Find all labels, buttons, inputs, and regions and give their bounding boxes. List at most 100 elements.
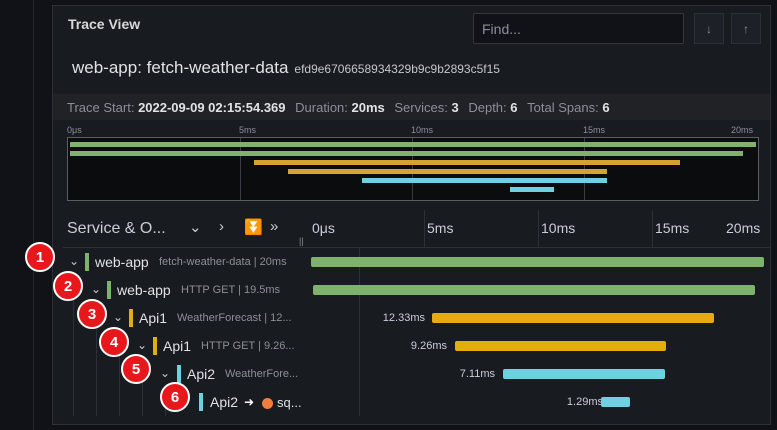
tree-guide [96, 360, 97, 388]
trace-start-label: Trace Start: [67, 100, 135, 115]
minimap-span-bar [510, 187, 554, 192]
trace-summary: Trace Start: 2022-09-09 02:15:54.369 Dur… [53, 94, 770, 120]
annotation-badge: 6 [160, 382, 190, 412]
timeline-tick: 10ms [541, 220, 576, 236]
tree-guide [73, 332, 74, 360]
arrow-up-icon[interactable]: ↑ [731, 13, 761, 44]
service-color-strip [153, 337, 157, 355]
span-service-name: web-app [117, 282, 171, 298]
tree-guide [142, 388, 143, 416]
expand-one-icon[interactable]: › [219, 218, 224, 235]
minimap-span-bar [254, 160, 680, 165]
span-bar[interactable] [311, 257, 764, 267]
minimap-ticks: 0μs 5ms 10ms 15ms 20ms [67, 124, 759, 137]
duration-label: Duration: [295, 100, 348, 115]
annotation-badge: 2 [53, 271, 83, 301]
span-row[interactable]: ⌄ Api1 HTTP GET | 9.26... 9.26ms [63, 332, 770, 360]
left-rail [0, 0, 34, 430]
arrow-down-icon[interactable]: ↓ [694, 13, 724, 44]
service-color-strip [199, 393, 203, 411]
span-row[interactable]: ⌄ web-app HTTP GET | 19.5ms [63, 276, 770, 304]
timeline-tick: 5ms [427, 220, 454, 236]
panel-title: Trace View [68, 16, 141, 32]
arrow-right-icon: ➜ [244, 395, 255, 409]
trace-id: efd9e6706658934329b9c9b2893c5f15 [294, 62, 500, 76]
timeline-header: Service & O... ⌄ › ⏬ » || 0μs 5ms 10ms 1… [63, 210, 770, 248]
column-resize-handle[interactable]: || [299, 236, 304, 246]
minimap-tick: 5ms [239, 125, 257, 135]
depth-value: 6 [510, 100, 518, 115]
span-service-name: Api1 [163, 338, 192, 354]
span-service-name: Api1 [139, 310, 168, 326]
span-operation-name: HTTP GET | 9.26... [201, 340, 295, 352]
collapse-all-icon[interactable]: ⏬ [244, 218, 263, 236]
trace-view-panel: Trace View Find... ↓ ↑ web-app: fetch-we… [52, 5, 771, 425]
span-bar[interactable] [455, 341, 666, 351]
tree-guide [73, 388, 74, 416]
trace-start-value: 2022-09-09 02:15:54.369 [138, 100, 286, 115]
span-duration-label: 12.33ms [382, 312, 425, 324]
service-operation-header: Service & O... [67, 220, 166, 237]
span-bar[interactable] [313, 285, 755, 295]
minimap-span-bar [70, 151, 743, 156]
tree-guide [119, 360, 120, 388]
minimap-span-bar [288, 169, 607, 174]
timeline-gridline [538, 210, 539, 248]
database-icon [262, 398, 273, 409]
timeline-tick: 0μs [312, 220, 335, 236]
span-operation-name: WeatherForecast | 12... [177, 312, 292, 324]
depth-label: Depth: [468, 100, 507, 115]
annotation-badge: 5 [121, 354, 151, 384]
timeline-tick: 15ms [655, 220, 690, 236]
minimap-tick: 20ms [731, 125, 754, 135]
minimap-span-bar [362, 178, 607, 183]
minimap-tick: 10ms [411, 125, 434, 135]
span-service-name: web-app [95, 254, 149, 270]
minimap-canvas[interactable] [67, 137, 759, 201]
expand-all-icon[interactable]: » [270, 218, 278, 235]
chevron-down-icon[interactable]: ⌄ [69, 254, 79, 268]
minimap-tick: 15ms [583, 125, 606, 135]
span-duration-label: 7.11ms [459, 368, 495, 380]
tree-guide [96, 332, 97, 360]
collapse-one-icon[interactable]: ⌄ [189, 218, 202, 236]
minimap-span-bar [70, 142, 756, 147]
tree-guide [119, 388, 120, 416]
service-color-strip [129, 309, 133, 327]
span-service-name: Api2 [187, 366, 216, 382]
chevron-down-icon[interactable]: ⌄ [160, 366, 170, 380]
chevron-down-icon[interactable]: ⌄ [113, 310, 123, 324]
tree-guide [73, 360, 74, 388]
annotation-badge: 3 [77, 299, 107, 329]
service-color-strip [177, 365, 181, 383]
span-row[interactable]: ⌄ web-app fetch-weather-data | 20ms [63, 248, 770, 276]
services-label: Services: [394, 100, 448, 115]
minimap-tick: 0μs [67, 125, 82, 135]
span-duration-label: 9.26ms [410, 340, 447, 352]
span-bar[interactable] [432, 313, 714, 323]
total-spans-value: 6 [602, 100, 610, 115]
span-operation-name: sq... [277, 395, 302, 410]
service-color-strip [107, 281, 111, 299]
span-bar[interactable] [601, 397, 630, 407]
minimap-gridline [240, 138, 241, 200]
timeline-tick: 20ms [726, 220, 761, 236]
total-spans-label: Total Spans: [527, 100, 599, 115]
find-input[interactable]: Find... [473, 13, 684, 44]
chevron-down-icon[interactable]: ⌄ [137, 338, 147, 352]
span-duration-label: 1.29ms [566, 396, 603, 408]
chevron-down-icon[interactable]: ⌄ [91, 282, 101, 296]
trace-minimap[interactable]: 0μs 5ms 10ms 15ms 20ms [67, 124, 759, 210]
span-row[interactable]: ⌄ Api1 WeatherForecast | 12... 12.33ms [63, 304, 770, 332]
span-operation-name: WeatherFore... [225, 368, 299, 380]
span-service-name: Api2 [210, 394, 239, 410]
tree-guide [73, 304, 74, 332]
annotation-badge: 4 [99, 327, 129, 357]
span-bar[interactable] [503, 369, 665, 379]
trace-name: web-app: fetch-weather-data [72, 58, 289, 77]
trace-title: web-app: fetch-weather-data efd9e67066589… [72, 58, 500, 78]
timeline-gridline [652, 210, 653, 248]
service-color-strip [85, 253, 89, 271]
services-value: 3 [451, 100, 459, 115]
tree-guide [96, 388, 97, 416]
